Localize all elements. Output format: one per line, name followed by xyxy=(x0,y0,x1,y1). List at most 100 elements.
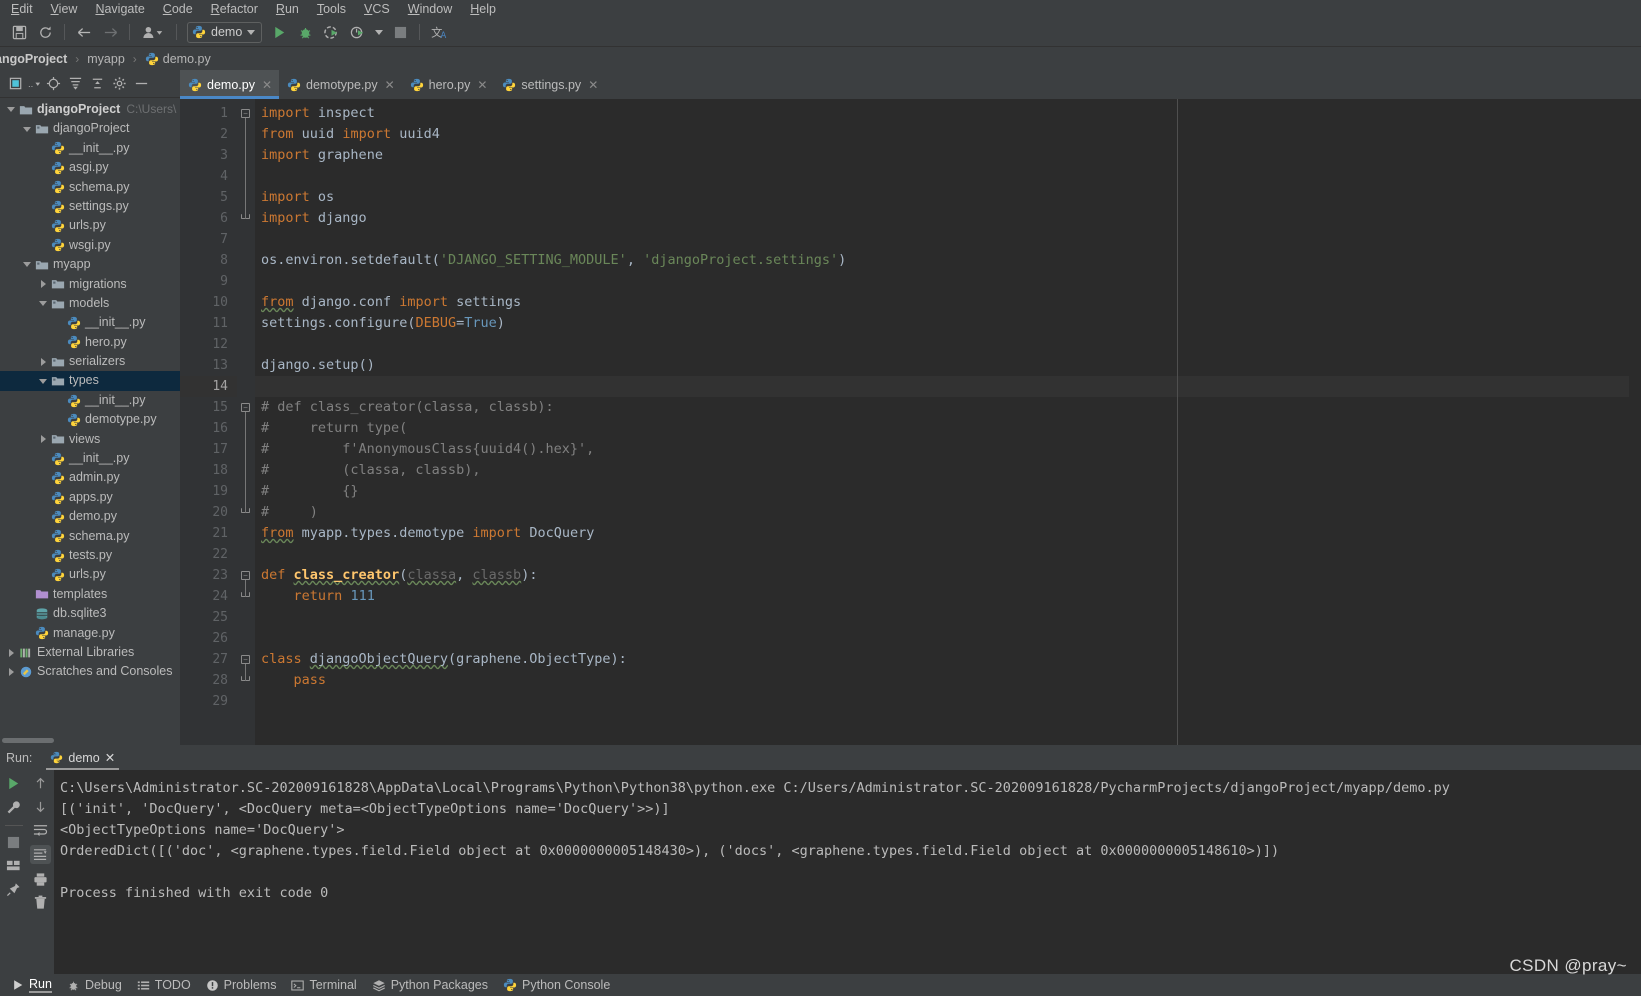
tree-node-manage-py[interactable]: manage.py xyxy=(0,624,180,643)
code-line[interactable] xyxy=(255,166,1629,187)
run-configuration-selector[interactable]: demo xyxy=(187,22,262,43)
code-line[interactable]: return 111 xyxy=(255,586,1629,607)
chevron-down-icon[interactable]: .. xyxy=(28,74,41,94)
code-line[interactable]: pass xyxy=(255,670,1629,691)
code-line[interactable]: # {} xyxy=(255,481,1629,502)
chevron-down-icon[interactable] xyxy=(20,262,34,267)
tree-node-urls-py[interactable]: urls.py xyxy=(0,565,180,584)
menu-item-view[interactable]: View xyxy=(42,0,87,18)
chevron-right-icon[interactable] xyxy=(36,358,50,366)
project-pane-hscrollbar[interactable] xyxy=(0,736,180,745)
tree-node-admin-py[interactable]: admin.py xyxy=(0,468,180,487)
tree-node--init-py[interactable]: __init__.py xyxy=(0,313,180,332)
close-icon[interactable]: ✕ xyxy=(262,78,272,92)
statusbar-python-console[interactable]: Python Console xyxy=(499,978,621,992)
code-line[interactable] xyxy=(255,376,1629,397)
close-icon[interactable]: ✕ xyxy=(477,78,487,92)
statusbar-todo[interactable]: TODO xyxy=(133,978,202,992)
layout-icon[interactable] xyxy=(6,858,21,873)
tree-node-asgi-py[interactable]: asgi.py xyxy=(0,158,180,177)
tree-node--init-py[interactable]: __init__.py xyxy=(0,391,180,410)
tree-node-views[interactable]: views xyxy=(0,430,180,449)
chevron-right-icon[interactable] xyxy=(36,435,50,443)
code-line[interactable] xyxy=(255,334,1629,355)
stop-icon[interactable] xyxy=(7,836,20,849)
menu-item-vcs[interactable]: VCS xyxy=(355,0,399,18)
down-arrow-icon[interactable] xyxy=(33,799,48,814)
code-line[interactable]: import inspect xyxy=(255,103,1629,124)
print-icon[interactable] xyxy=(33,872,48,887)
code-line[interactable]: from myapp.types.demotype import DocQuer… xyxy=(255,523,1629,544)
code-content[interactable]: import inspectfrom uuid import uuid4impo… xyxy=(255,99,1629,745)
chevron-right-icon[interactable] xyxy=(4,649,18,657)
tree-node-hero-py[interactable]: hero.py xyxy=(0,333,180,352)
editor-viewport[interactable]: 1234567891011121314151617181920212223242… xyxy=(180,99,1641,745)
menu-item-tools[interactable]: Tools xyxy=(308,0,355,18)
chevron-down-icon[interactable] xyxy=(20,127,34,132)
debug-icon[interactable] xyxy=(294,21,316,43)
tree-node-demo-py[interactable]: demo.py xyxy=(0,507,180,526)
pin-icon[interactable] xyxy=(6,882,21,897)
statusbar-terminal[interactable]: Terminal xyxy=(287,978,367,992)
tree-node-db-sqlite3[interactable]: db.sqlite3 xyxy=(0,604,180,623)
sync-icon[interactable] xyxy=(34,21,56,43)
code-line[interactable]: import django xyxy=(255,208,1629,229)
locate-icon[interactable] xyxy=(43,74,63,94)
tree-node-models[interactable]: models xyxy=(0,294,180,313)
soft-wrap-icon[interactable] xyxy=(32,822,49,837)
menu-item-window[interactable]: Window xyxy=(399,0,461,18)
fold-collapse-icon[interactable]: − xyxy=(241,655,250,664)
tree-node-types[interactable]: types xyxy=(0,371,180,390)
editor-gutter[interactable]: 1234567891011121314151617181920212223242… xyxy=(180,99,237,745)
run-with-coverage-icon[interactable] xyxy=(320,21,342,43)
code-line[interactable]: # ) xyxy=(255,502,1629,523)
tree-node-myapp[interactable]: myapp xyxy=(0,255,180,274)
code-line[interactable]: django.setup() xyxy=(255,355,1629,376)
run-icon[interactable] xyxy=(268,21,290,43)
code-line[interactable]: # return type( xyxy=(255,418,1629,439)
code-line[interactable] xyxy=(255,271,1629,292)
tree-node-migrations[interactable]: migrations xyxy=(0,275,180,294)
tree-node-serializers[interactable]: serializers xyxy=(0,352,180,371)
code-line[interactable] xyxy=(255,691,1629,712)
editor-tab-demo-py[interactable]: demo.py✕ xyxy=(180,70,279,99)
code-line[interactable]: import graphene xyxy=(255,145,1629,166)
code-line[interactable]: os.environ.setdefault('DJANGO_SETTING_MO… xyxy=(255,250,1629,271)
tree-node--init-py[interactable]: __init__.py xyxy=(0,139,180,158)
editor-fold-column[interactable]: −−−− xyxy=(237,99,255,745)
statusbar-problems[interactable]: Problems xyxy=(202,978,288,992)
code-line[interactable]: # (classa, classb), xyxy=(255,460,1629,481)
close-icon[interactable]: ✕ xyxy=(385,78,395,92)
project-tree[interactable]: djangoProjectC:\Users\djangoProject__ini… xyxy=(0,98,180,736)
code-line[interactable]: from django.conf import settings xyxy=(255,292,1629,313)
wrench-icon[interactable] xyxy=(6,800,21,815)
trash-icon[interactable] xyxy=(33,895,48,910)
code-line[interactable] xyxy=(255,544,1629,565)
fold-collapse-icon[interactable]: − xyxy=(241,571,250,580)
tree-node-apps-py[interactable]: apps.py xyxy=(0,488,180,507)
code-line[interactable]: class djangoObjectQuery(graphene.ObjectT… xyxy=(255,649,1629,670)
statusbar-run[interactable]: Run xyxy=(8,977,63,993)
project-view-icon[interactable] xyxy=(6,74,26,94)
menu-item-run[interactable]: Run xyxy=(267,0,308,18)
close-icon[interactable]: ✕ xyxy=(105,750,115,765)
tree-node-templates[interactable]: templates xyxy=(0,585,180,604)
code-line[interactable]: def class_creator(classa, classb): xyxy=(255,565,1629,586)
code-line[interactable]: from uuid import uuid4 xyxy=(255,124,1629,145)
code-line[interactable] xyxy=(255,607,1629,628)
breadcrumb-item-0[interactable]: angoProject xyxy=(0,52,69,66)
scroll-to-end-icon[interactable] xyxy=(30,845,51,864)
menu-item-code[interactable]: Code xyxy=(154,0,202,18)
chevron-right-icon[interactable] xyxy=(36,280,50,288)
tree-node-djangoproject[interactable]: djangoProjectC:\Users\ xyxy=(0,100,180,119)
code-line[interactable]: settings.configure(DEBUG=True) xyxy=(255,313,1629,334)
chevron-down-icon[interactable] xyxy=(36,379,50,384)
breadcrumb-item-2[interactable]: demo.py xyxy=(143,52,213,66)
chevron-down-icon[interactable] xyxy=(372,21,385,43)
code-line[interactable] xyxy=(255,229,1629,250)
save-icon[interactable] xyxy=(8,21,30,43)
chevron-down-icon[interactable] xyxy=(36,301,50,306)
chevron-right-icon[interactable] xyxy=(4,668,18,676)
code-line[interactable]: import os xyxy=(255,187,1629,208)
fold-collapse-icon[interactable]: − xyxy=(241,403,250,412)
